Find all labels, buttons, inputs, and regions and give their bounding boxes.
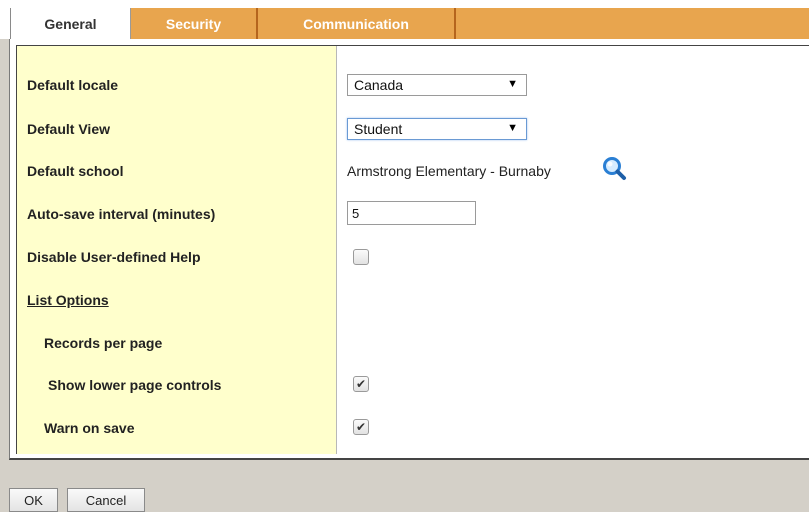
tab-general[interactable]: General [11, 8, 131, 40]
warn-on-save-checkbox[interactable]: ✔ [353, 419, 369, 435]
default-school-label: Default school [27, 163, 124, 179]
check-icon: ✔ [355, 420, 367, 434]
form-grid: Default locale Canada ▼ Default View Stu… [16, 45, 809, 454]
warn-on-save-label: Warn on save [44, 420, 135, 436]
general-form-panel: Default locale Canada ▼ Default View Stu… [9, 39, 809, 460]
ok-button[interactable]: OK [9, 488, 58, 512]
show-lower-controls-checkbox[interactable]: ✔ [353, 376, 369, 392]
disable-help-label: Disable User-defined Help [27, 249, 201, 265]
default-locale-label: Default locale [27, 77, 119, 93]
tab-security[interactable]: Security [131, 8, 258, 39]
default-view-value: Student [354, 121, 403, 137]
default-locale-value: Canada [354, 77, 404, 93]
list-options-link[interactable]: List Options [27, 292, 109, 308]
auto-save-input[interactable]: 5 [347, 201, 476, 225]
search-icon[interactable] [602, 156, 628, 187]
check-icon: ✔ [355, 377, 367, 391]
default-school-value: Armstrong Elementary - Burnaby [347, 163, 551, 179]
chevron-down-icon: ▼ [507, 122, 518, 134]
tab-bar: General Security Communication [10, 8, 809, 40]
default-view-label: Default View [27, 121, 110, 137]
tab-communication[interactable]: Communication [258, 8, 456, 39]
chevron-down-icon: ▼ [507, 78, 518, 90]
show-lower-controls-label: Show lower page controls [48, 377, 222, 393]
default-locale-select[interactable]: Canada ▼ [347, 74, 527, 96]
auto-save-label: Auto-save interval (minutes) [27, 206, 216, 222]
records-per-page-label: Records per page [44, 335, 163, 351]
default-view-select[interactable]: Student ▼ [347, 118, 527, 140]
disable-help-checkbox[interactable] [353, 249, 369, 265]
cancel-button[interactable]: Cancel [67, 488, 145, 512]
tab-area: General Security Communication [0, 0, 809, 40]
